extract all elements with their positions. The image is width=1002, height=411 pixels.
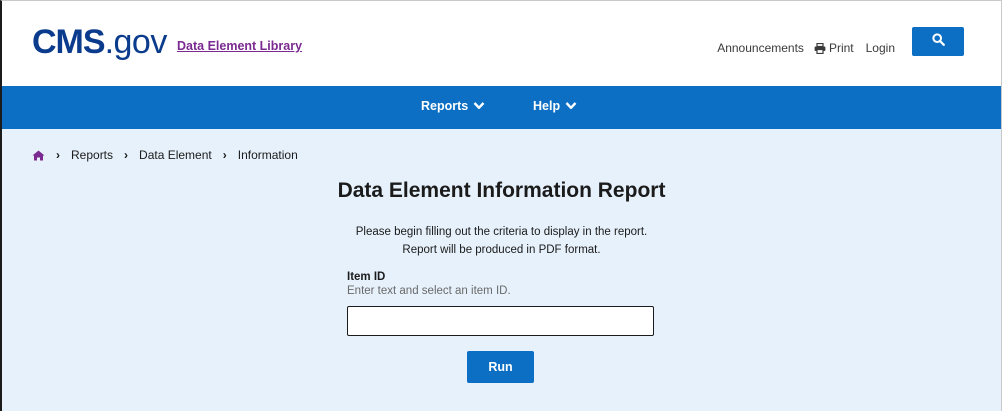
breadcrumb-separator: › xyxy=(56,148,60,162)
search-icon xyxy=(931,32,945,51)
search-button[interactable] xyxy=(912,27,964,56)
utility-nav: Announcements Print Login xyxy=(717,41,895,55)
cms-logo[interactable]: CMS .gov xyxy=(32,23,167,62)
item-id-label: Item ID xyxy=(347,271,386,283)
intro-text: Please begin filling out the criteria to… xyxy=(2,223,1001,259)
nav-reports-label: Reports xyxy=(421,99,469,113)
home-icon[interactable] xyxy=(32,150,45,161)
run-button[interactable]: Run xyxy=(467,351,534,383)
printer-icon xyxy=(814,42,826,54)
print-link[interactable]: Print xyxy=(814,41,854,55)
data-element-library-link[interactable]: Data Element Library xyxy=(177,39,302,53)
nav-reports[interactable]: Reports xyxy=(421,99,485,113)
main-nav: Reports Help xyxy=(2,86,1001,129)
nav-help[interactable]: Help xyxy=(533,99,577,113)
breadcrumb: › Reports › Data Element › Information xyxy=(32,148,298,162)
chevron-down-icon xyxy=(473,99,485,113)
chevron-down-icon xyxy=(565,99,577,113)
nav-help-label: Help xyxy=(533,99,561,113)
announcements-link[interactable]: Announcements xyxy=(717,41,804,55)
app-window: CMS .gov Data Element Library Announcemen… xyxy=(0,0,1002,411)
item-id-input[interactable] xyxy=(347,306,654,336)
logo-cms-text: CMS xyxy=(32,23,106,61)
logo-gov-text: .gov xyxy=(104,23,168,61)
breadcrumb-data-element[interactable]: Data Element xyxy=(139,148,212,162)
breadcrumb-separator: › xyxy=(124,148,129,162)
page-title: Data Element Information Report xyxy=(337,179,666,202)
login-link[interactable]: Login xyxy=(866,41,895,55)
breadcrumb-reports[interactable]: Reports xyxy=(71,148,113,162)
print-label: Print xyxy=(828,41,854,55)
main-content: › Reports › Data Element › Information D… xyxy=(2,129,1001,411)
breadcrumb-separator: › xyxy=(222,148,227,162)
site-header: CMS .gov Data Element Library Announcemen… xyxy=(2,1,1001,86)
item-id-field: Item ID Enter text and select an item ID… xyxy=(347,271,654,336)
item-id-hint: Enter text and select an item ID. xyxy=(347,285,511,297)
intro-line-2: Report will be produced in PDF format. xyxy=(402,244,601,256)
intro-line-1: Please begin filling out the criteria to… xyxy=(355,226,648,238)
breadcrumb-information: Information xyxy=(237,148,298,162)
